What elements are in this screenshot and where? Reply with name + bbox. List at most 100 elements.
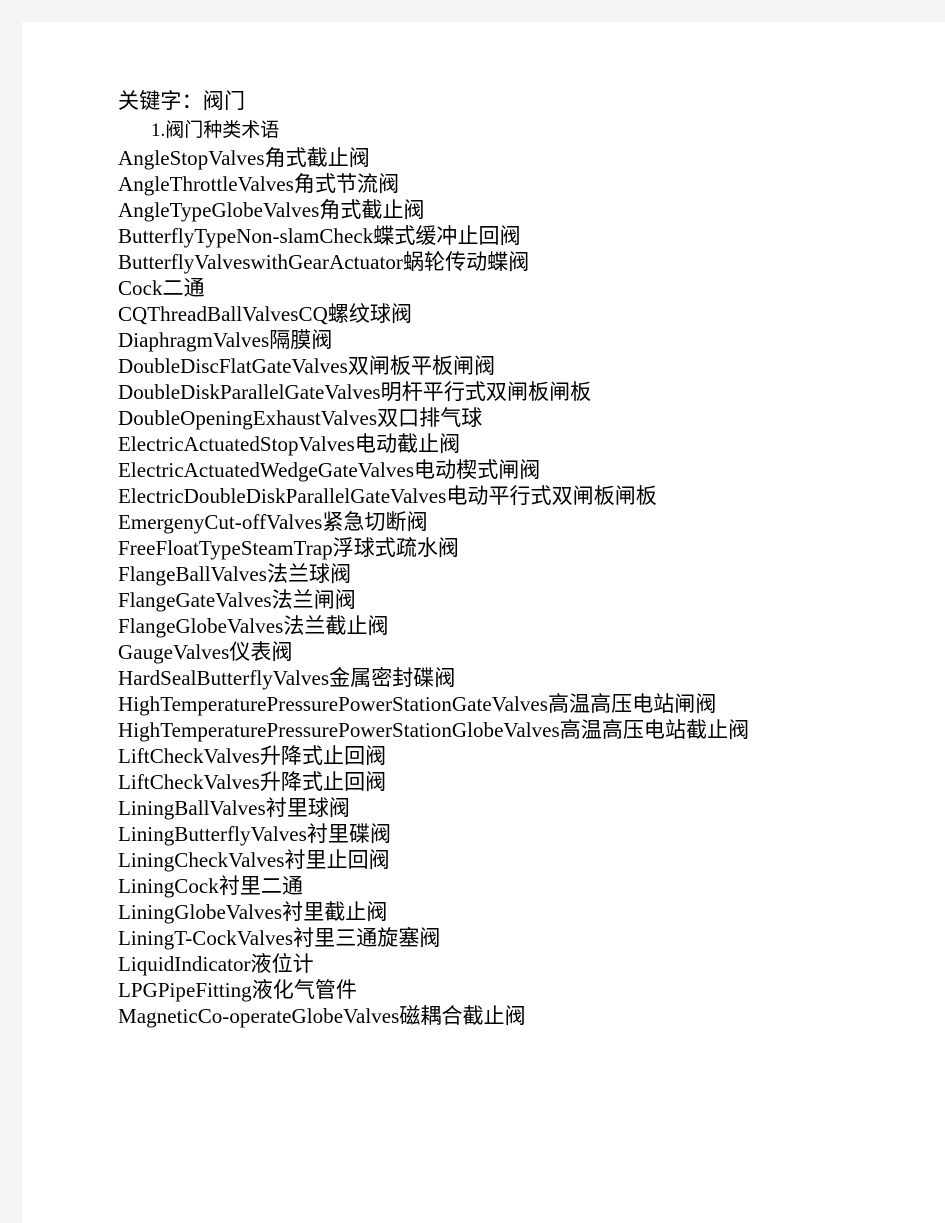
list-item: LiningGlobeValves衬里截止阀 bbox=[118, 899, 790, 925]
term-chinese: 二通 bbox=[162, 276, 205, 300]
term-english: DoubleOpeningExhaustValves bbox=[118, 406, 378, 430]
term-english: FlangeGlobeValves bbox=[118, 614, 284, 638]
term-chinese: 衬里截止阀 bbox=[282, 900, 388, 924]
term-chinese: 浮球式疏水阀 bbox=[332, 536, 459, 560]
term-chinese: 高温高压电站闸阀 bbox=[548, 692, 717, 716]
term-chinese: 隔膜阀 bbox=[269, 328, 333, 352]
list-item: FlangeGlobeValves法兰截止阀 bbox=[118, 613, 790, 639]
list-item: MagneticCo-operateGlobeValves磁耦合截止阀 bbox=[118, 1003, 790, 1029]
term-english: ButterflyValveswithGearActuator bbox=[118, 250, 403, 274]
list-item: LiningCock衬里二通 bbox=[118, 873, 790, 899]
term-english: DoubleDiskParallelGateValves bbox=[118, 380, 381, 404]
list-item: DoubleDiskParallelGateValves明杆平行式双闸板闸板 bbox=[118, 379, 790, 405]
term-chinese: 法兰截止阀 bbox=[283, 614, 389, 638]
list-item: HardSealButterflyValves金属密封碟阀 bbox=[118, 665, 790, 691]
term-chinese: 明杆平行式双闸板闸板 bbox=[380, 380, 592, 404]
keywords-line: 关键字：阀门 bbox=[118, 89, 246, 113]
list-item: Cock二通 bbox=[118, 275, 790, 301]
list-item: FreeFloatTypeSteamTrap浮球式疏水阀 bbox=[118, 535, 790, 561]
term-chinese: 双口排气球 bbox=[377, 406, 483, 430]
list-item: FlangeGateValves法兰闸阀 bbox=[118, 587, 790, 613]
term-english: GaugeValves bbox=[118, 640, 230, 664]
list-item: CQThreadBallValvesCQ螺纹球阀 bbox=[118, 301, 790, 327]
term-chinese: 角式截止阀 bbox=[264, 146, 370, 170]
list-item: FlangeBallValves法兰球阀 bbox=[118, 561, 790, 587]
term-english: FlangeBallValves bbox=[118, 562, 267, 586]
term-english: ElectricActuatedStopValves bbox=[118, 432, 355, 456]
term-english: CQThreadBallValvesCQ bbox=[118, 302, 328, 326]
term-english: FlangeGateValves bbox=[118, 588, 272, 612]
term-english: LiftCheckValves bbox=[118, 744, 260, 768]
term-chinese: 衬里球阀 bbox=[265, 796, 350, 820]
list-item: ElectricActuatedStopValves电动截止阀 bbox=[118, 431, 790, 457]
term-chinese: 衬里三通旋塞阀 bbox=[293, 926, 441, 950]
term-chinese: 金属密封碟阀 bbox=[329, 666, 456, 690]
term-chinese: 螺纹球阀 bbox=[327, 302, 412, 326]
term-chinese: 衬里碟阀 bbox=[306, 822, 392, 846]
list-item: AngleStopValves角式截止阀 bbox=[118, 145, 790, 171]
term-english: ElectricDoubleDiskParallelGateValves bbox=[118, 484, 447, 508]
list-item: GaugeValves仪表阀 bbox=[118, 639, 790, 665]
term-chinese: 仪表阀 bbox=[229, 640, 293, 664]
list-item: ButterflyValveswithGearActuator蜗轮传动蝶阀 bbox=[118, 249, 790, 275]
term-english: Cock bbox=[118, 276, 163, 300]
term-chinese: 电动平行式双闸板闸板 bbox=[446, 484, 657, 508]
term-chinese: 蜗轮传动蝶阀 bbox=[402, 250, 530, 274]
list-item: LiningBallValves衬里球阀 bbox=[118, 795, 790, 821]
list-item: HighTemperaturePressurePowerStationGateV… bbox=[118, 691, 790, 717]
term-english: AngleThrottleValves bbox=[118, 172, 294, 196]
term-english: AngleStopValves bbox=[118, 146, 265, 170]
term-chinese: 角式截止阀 bbox=[319, 198, 425, 222]
section-heading: 1.阀门种类术语 bbox=[151, 120, 280, 141]
term-chinese: 液化气管件 bbox=[251, 978, 357, 1002]
term-chinese: 法兰闸阀 bbox=[271, 588, 356, 612]
term-english: FreeFloatTypeSteamTrap bbox=[118, 536, 333, 560]
term-english: EmergenyCut-offValves bbox=[118, 510, 323, 534]
list-item: LPGPipeFitting液化气管件 bbox=[118, 977, 790, 1003]
list-item: AngleThrottleValves角式节流阀 bbox=[118, 171, 790, 197]
valve-term-list: AngleStopValves角式截止阀 AngleThrottleValves角… bbox=[118, 145, 790, 1029]
term-english: LiftCheckValves bbox=[118, 770, 260, 794]
list-item: LiquidIndicator液位计 bbox=[118, 951, 790, 977]
term-chinese: 衬里二通 bbox=[218, 874, 304, 898]
term-english: LiningCock bbox=[118, 874, 219, 898]
term-chinese: 电动楔式闸阀 bbox=[414, 458, 541, 482]
term-chinese: 液位计 bbox=[250, 952, 314, 976]
term-english: ElectricActuatedWedgeGateValves bbox=[118, 458, 415, 482]
term-chinese: 角式节流阀 bbox=[293, 172, 400, 196]
document-page: 关键字：阀门 1.阀门种类术语 AngleStopValves角式截止阀 Angl… bbox=[22, 22, 945, 1223]
term-chinese: 电动截止阀 bbox=[354, 432, 461, 456]
term-chinese: 蝶式缓冲止回阀 bbox=[373, 224, 521, 248]
term-chinese: 衬里止回阀 bbox=[284, 848, 390, 872]
list-item: LiningButterflyValves衬里碟阀 bbox=[118, 821, 790, 847]
document-content: 关键字：阀门 1.阀门种类术语 AngleStopValves角式截止阀 Angl… bbox=[118, 86, 790, 1029]
term-english: LPGPipeFitting bbox=[118, 978, 252, 1002]
term-chinese: 法兰球阀 bbox=[266, 562, 352, 586]
term-chinese: 升降式止回阀 bbox=[259, 744, 387, 768]
list-item: AngleTypeGlobeValves角式截止阀 bbox=[118, 197, 790, 223]
list-item: LiningT-CockValves衬里三通旋塞阀 bbox=[118, 925, 790, 951]
term-chinese: 双闸板平板闸阀 bbox=[347, 354, 496, 378]
term-chinese: 高温高压电站截止阀 bbox=[559, 718, 750, 742]
term-english: ButterflyTypeNon-slamCheck bbox=[118, 224, 374, 248]
term-english: LiquidIndicator bbox=[118, 952, 251, 976]
list-item: LiftCheckValves升降式止回阀 bbox=[118, 769, 790, 795]
term-english: LiningGlobeValves bbox=[118, 900, 283, 924]
term-english: LiningT-CockValves bbox=[118, 926, 294, 950]
term-english: DiaphragmValves bbox=[118, 328, 270, 352]
term-chinese: 紧急切断阀 bbox=[322, 510, 428, 534]
term-english: HighTemperaturePressurePowerStationGlobe… bbox=[118, 718, 560, 742]
term-english: LiningButterflyValves bbox=[118, 822, 307, 846]
list-item: DoubleOpeningExhaustValves双口排气球 bbox=[118, 405, 790, 431]
term-english: DoubleDiscFlatGateValves bbox=[118, 354, 348, 378]
list-item: ElectricDoubleDiskParallelGateValves电动平行… bbox=[118, 483, 790, 509]
term-english: LiningBallValves bbox=[118, 796, 266, 820]
list-item: LiftCheckValves升降式止回阀 bbox=[118, 743, 790, 769]
term-english: HighTemperaturePressurePowerStationGateV… bbox=[118, 692, 548, 716]
list-item: HighTemperaturePressurePowerStationGlobe… bbox=[118, 717, 790, 743]
term-english: HardSealButterflyValves bbox=[118, 666, 330, 690]
list-item: DoubleDiscFlatGateValves双闸板平板闸阀 bbox=[118, 353, 790, 379]
term-english: LiningCheckValves bbox=[118, 848, 285, 872]
term-english: MagneticCo-operateGlobeValves bbox=[118, 1004, 400, 1028]
list-item: EmergenyCut-offValves紧急切断阀 bbox=[118, 509, 790, 535]
